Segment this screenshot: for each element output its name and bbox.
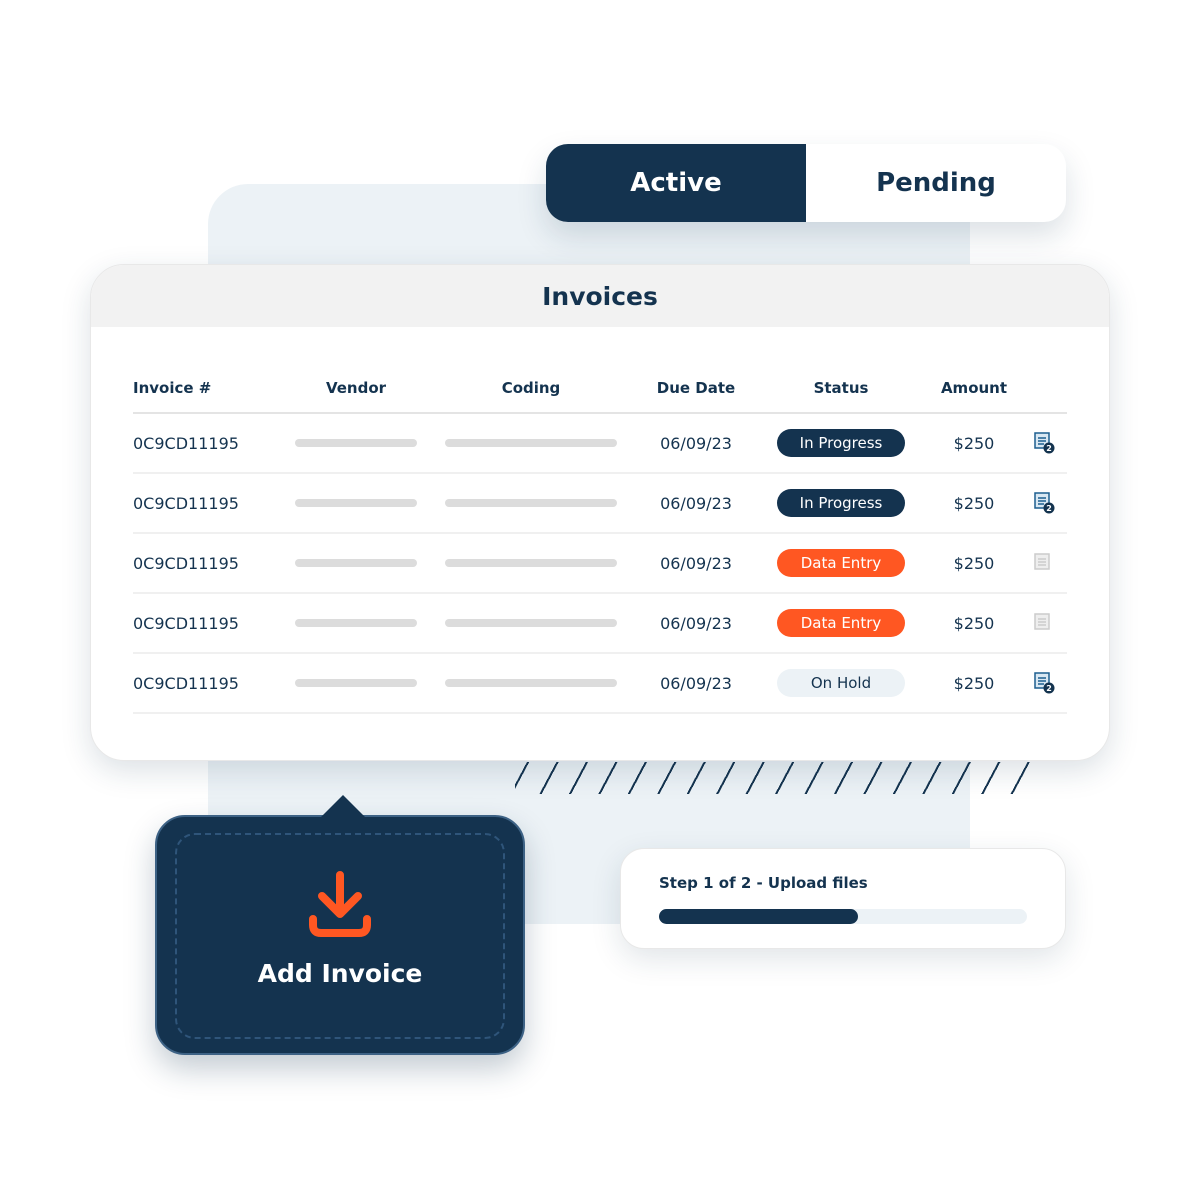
vendor-placeholder [295, 439, 417, 447]
amount: $250 [953, 493, 995, 513]
vendor-placeholder [295, 619, 417, 627]
col-invoice[interactable]: Invoice # [133, 379, 281, 397]
invoice-number: 0C9CD11195 [133, 673, 239, 693]
vendor-placeholder [295, 679, 417, 687]
vendor-placeholder [295, 499, 417, 507]
svg-text:2: 2 [1046, 444, 1052, 453]
due-date: 06/09/23 [660, 553, 732, 573]
invoice-number: 0C9CD11195 [133, 493, 239, 513]
svg-text:2: 2 [1046, 684, 1052, 693]
coding-placeholder [445, 439, 617, 447]
amount: $250 [953, 433, 995, 453]
col-status[interactable]: Status [761, 379, 921, 397]
download-tray-icon [309, 871, 371, 937]
invoice-number: 0C9CD11195 [133, 553, 239, 573]
due-date: 06/09/23 [660, 613, 732, 633]
table-row[interactable]: 0C9CD11195 06/09/23 Data Entry $250 [133, 534, 1067, 594]
tab-pending[interactable]: Pending [806, 144, 1066, 222]
invoices-table: Invoice # Vendor Coding Due Date Status … [133, 363, 1067, 714]
document-badge-2-icon[interactable]: 2 [1033, 672, 1055, 694]
document-badge-2-icon[interactable]: 2 [1033, 492, 1055, 514]
add-invoice-button[interactable]: Add Invoice [155, 795, 525, 1055]
coding-placeholder [445, 559, 617, 567]
due-date: 06/09/23 [660, 493, 732, 513]
vendor-placeholder [295, 559, 417, 567]
table-row[interactable]: 0C9CD11195 06/09/23 Data Entry $250 [133, 594, 1067, 654]
progress-fill [659, 909, 858, 924]
col-vendor[interactable]: Vendor [281, 379, 431, 397]
coding-placeholder [445, 679, 617, 687]
svg-text:2: 2 [1046, 504, 1052, 513]
status-badge: Data Entry [777, 609, 905, 637]
document-badge-2-icon[interactable]: 2 [1033, 432, 1055, 454]
status-badge: Data Entry [777, 549, 905, 577]
status-badge: In Progress [777, 429, 905, 457]
table-row[interactable]: 0C9CD11195 06/09/23 In Progress $250 2 [133, 414, 1067, 474]
amount: $250 [953, 613, 995, 633]
amount: $250 [953, 673, 995, 693]
col-coding[interactable]: Coding [431, 379, 631, 397]
document-gray-icon[interactable] [1033, 552, 1055, 574]
col-amount[interactable]: Amount [921, 379, 1027, 397]
invoice-number: 0C9CD11195 [133, 433, 239, 453]
upload-progress-bar [659, 909, 1027, 924]
document-gray-icon[interactable] [1033, 612, 1055, 634]
decorative-stripes [515, 762, 1040, 794]
col-due-date[interactable]: Due Date [631, 379, 761, 397]
coding-placeholder [445, 499, 617, 507]
upload-step-label: Step 1 of 2 - Upload files [659, 874, 868, 892]
status-badge: In Progress [777, 489, 905, 517]
invoices-title: Invoices [91, 265, 1109, 327]
upload-progress-card: Step 1 of 2 - Upload files [620, 848, 1066, 949]
tab-bar: Active Pending [546, 144, 1066, 222]
table-row[interactable]: 0C9CD11195 06/09/23 In Progress $250 2 [133, 474, 1067, 534]
invoice-number: 0C9CD11195 [133, 613, 239, 633]
due-date: 06/09/23 [660, 433, 732, 453]
due-date: 06/09/23 [660, 673, 732, 693]
table-row[interactable]: 0C9CD11195 06/09/23 On Hold $250 2 [133, 654, 1067, 714]
invoices-card: Invoices Invoice # Vendor Coding Due Dat… [90, 264, 1110, 761]
coding-placeholder [445, 619, 617, 627]
status-badge: On Hold [777, 669, 905, 697]
table-header: Invoice # Vendor Coding Due Date Status … [133, 363, 1067, 414]
add-invoice-label: Add Invoice [257, 959, 423, 988]
tab-active[interactable]: Active [546, 144, 806, 222]
amount: $250 [953, 553, 995, 573]
